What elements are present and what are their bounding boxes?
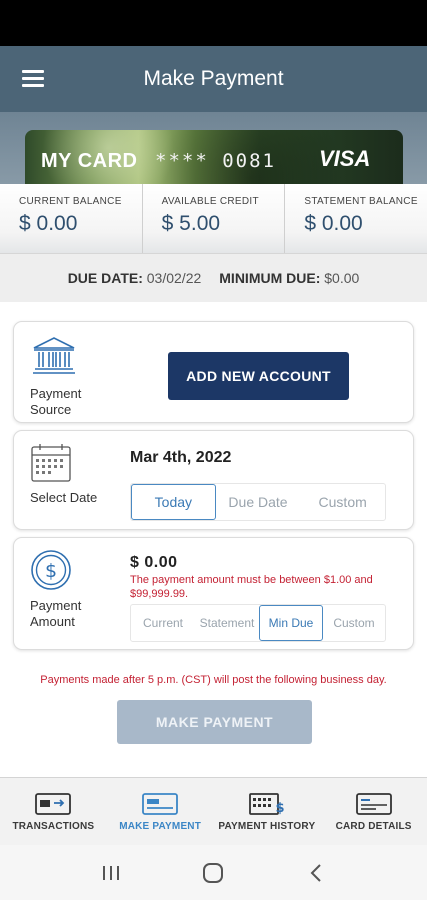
card-name: MY CARD: [41, 150, 138, 172]
payment-amount-value: $ 0.00: [130, 554, 178, 571]
due-date-label: DUE DATE:: [67, 270, 143, 286]
available-credit: AVAILABLE CREDIT $ 5.00: [141, 184, 285, 253]
back-icon[interactable]: [296, 858, 336, 888]
selected-date: Mar 4th, 2022: [130, 449, 232, 466]
tab-payment-history-label: PAYMENT HISTORY: [218, 821, 316, 832]
statement-balance: STATEMENT BALANCE $ 0.00: [284, 184, 427, 253]
payment-source-label: Payment Source: [30, 386, 82, 417]
tab-transactions-label: TRANSACTIONS: [12, 821, 95, 832]
card-banner: MY CARD **** 0081 VISA: [0, 112, 427, 184]
current-balance-label: CURRENT BALANCE: [19, 196, 122, 207]
recent-apps-icon[interactable]: [91, 858, 131, 888]
calendar-icon: [31, 444, 71, 482]
credit-card-image: MY CARD **** 0081 VISA: [25, 130, 403, 184]
svg-text:$: $: [45, 560, 57, 582]
date-option-custom[interactable]: Custom: [300, 484, 385, 520]
home-icon[interactable]: [193, 858, 233, 888]
due-info: DUE DATE: 03/02/22 MINIMUM DUE: $0.00: [0, 254, 427, 302]
statement-balance-value: $ 0.00: [304, 212, 363, 235]
balance-summary: CURRENT BALANCE $ 0.00 AVAILABLE CREDIT …: [0, 184, 427, 254]
available-credit-value: $ 5.00: [161, 212, 221, 235]
current-balance-value: $ 0.00: [19, 212, 78, 235]
current-balance: CURRENT BALANCE $ 0.00: [0, 184, 142, 253]
payment-amount-label: Payment Amount: [30, 598, 82, 629]
card-number: **** 0081: [155, 150, 276, 172]
tab-payment-history[interactable]: $ PAYMENT HISTORY: [214, 778, 321, 845]
available-credit-label: AVAILABLE CREDIT: [161, 196, 259, 207]
hamburger-menu-icon[interactable]: [22, 68, 46, 88]
transactions-card-icon: [35, 793, 72, 815]
select-date-label: Select Date: [30, 490, 98, 505]
date-options: Today Due Date Custom: [130, 483, 386, 521]
minimum-due-label: MINIMUM DUE:: [219, 270, 321, 286]
bank-icon: [33, 337, 75, 374]
date-option-today[interactable]: Today: [131, 484, 216, 520]
page-title: Make Payment: [143, 67, 284, 90]
visa-logo: VISA: [319, 146, 371, 171]
add-new-account-button[interactable]: ADD NEW ACCOUNT: [168, 352, 349, 400]
cutoff-notice: Payments made after 5 p.m. (CST) will po…: [40, 674, 387, 686]
card-details-icon: [355, 793, 392, 815]
svg-text:$: $: [275, 801, 284, 815]
payment-amount-panel: $ Payment Amount $ 0.00 The payment amou…: [13, 537, 414, 650]
due-date-value: 03/02/22: [146, 270, 202, 286]
amount-option-min-due[interactable]: Min Due: [259, 605, 323, 641]
tab-card-details-label: CARD DETAILS: [335, 821, 412, 832]
tab-make-payment-label: MAKE PAYMENT: [119, 821, 202, 832]
bottom-tab-bar: TRANSACTIONS MAKE PAYMENT $ PAYMENT HIST…: [0, 777, 427, 845]
amount-error-message: The payment amount must be between $1.00…: [130, 574, 373, 600]
select-date-panel: Select Date Mar 4th, 2022 Today Due Date…: [13, 430, 414, 530]
make-payment-button[interactable]: MAKE PAYMENT: [117, 700, 312, 744]
app-header: Make Payment: [0, 46, 427, 112]
payment-history-icon: $: [248, 793, 284, 815]
system-nav-bar: [0, 845, 427, 900]
tab-transactions[interactable]: TRANSACTIONS: [0, 778, 107, 845]
tab-card-details[interactable]: CARD DETAILS: [320, 778, 427, 845]
payment-source-panel: Payment Source ADD NEW ACCOUNT: [13, 321, 414, 423]
statement-balance-label: STATEMENT BALANCE: [304, 196, 418, 207]
make-payment-card-icon: [142, 793, 179, 815]
date-option-due-date[interactable]: Due Date: [216, 484, 301, 520]
amount-option-current[interactable]: Current: [131, 605, 195, 641]
status-bar: [0, 0, 427, 46]
dollar-coin-icon: $: [31, 550, 71, 590]
amount-options: Current Statement Min Due Custom: [130, 604, 386, 642]
amount-option-custom[interactable]: Custom: [323, 605, 385, 641]
minimum-due-value: $0.00: [324, 270, 360, 286]
amount-option-statement[interactable]: Statement: [195, 605, 259, 641]
tab-make-payment[interactable]: MAKE PAYMENT: [107, 778, 214, 845]
